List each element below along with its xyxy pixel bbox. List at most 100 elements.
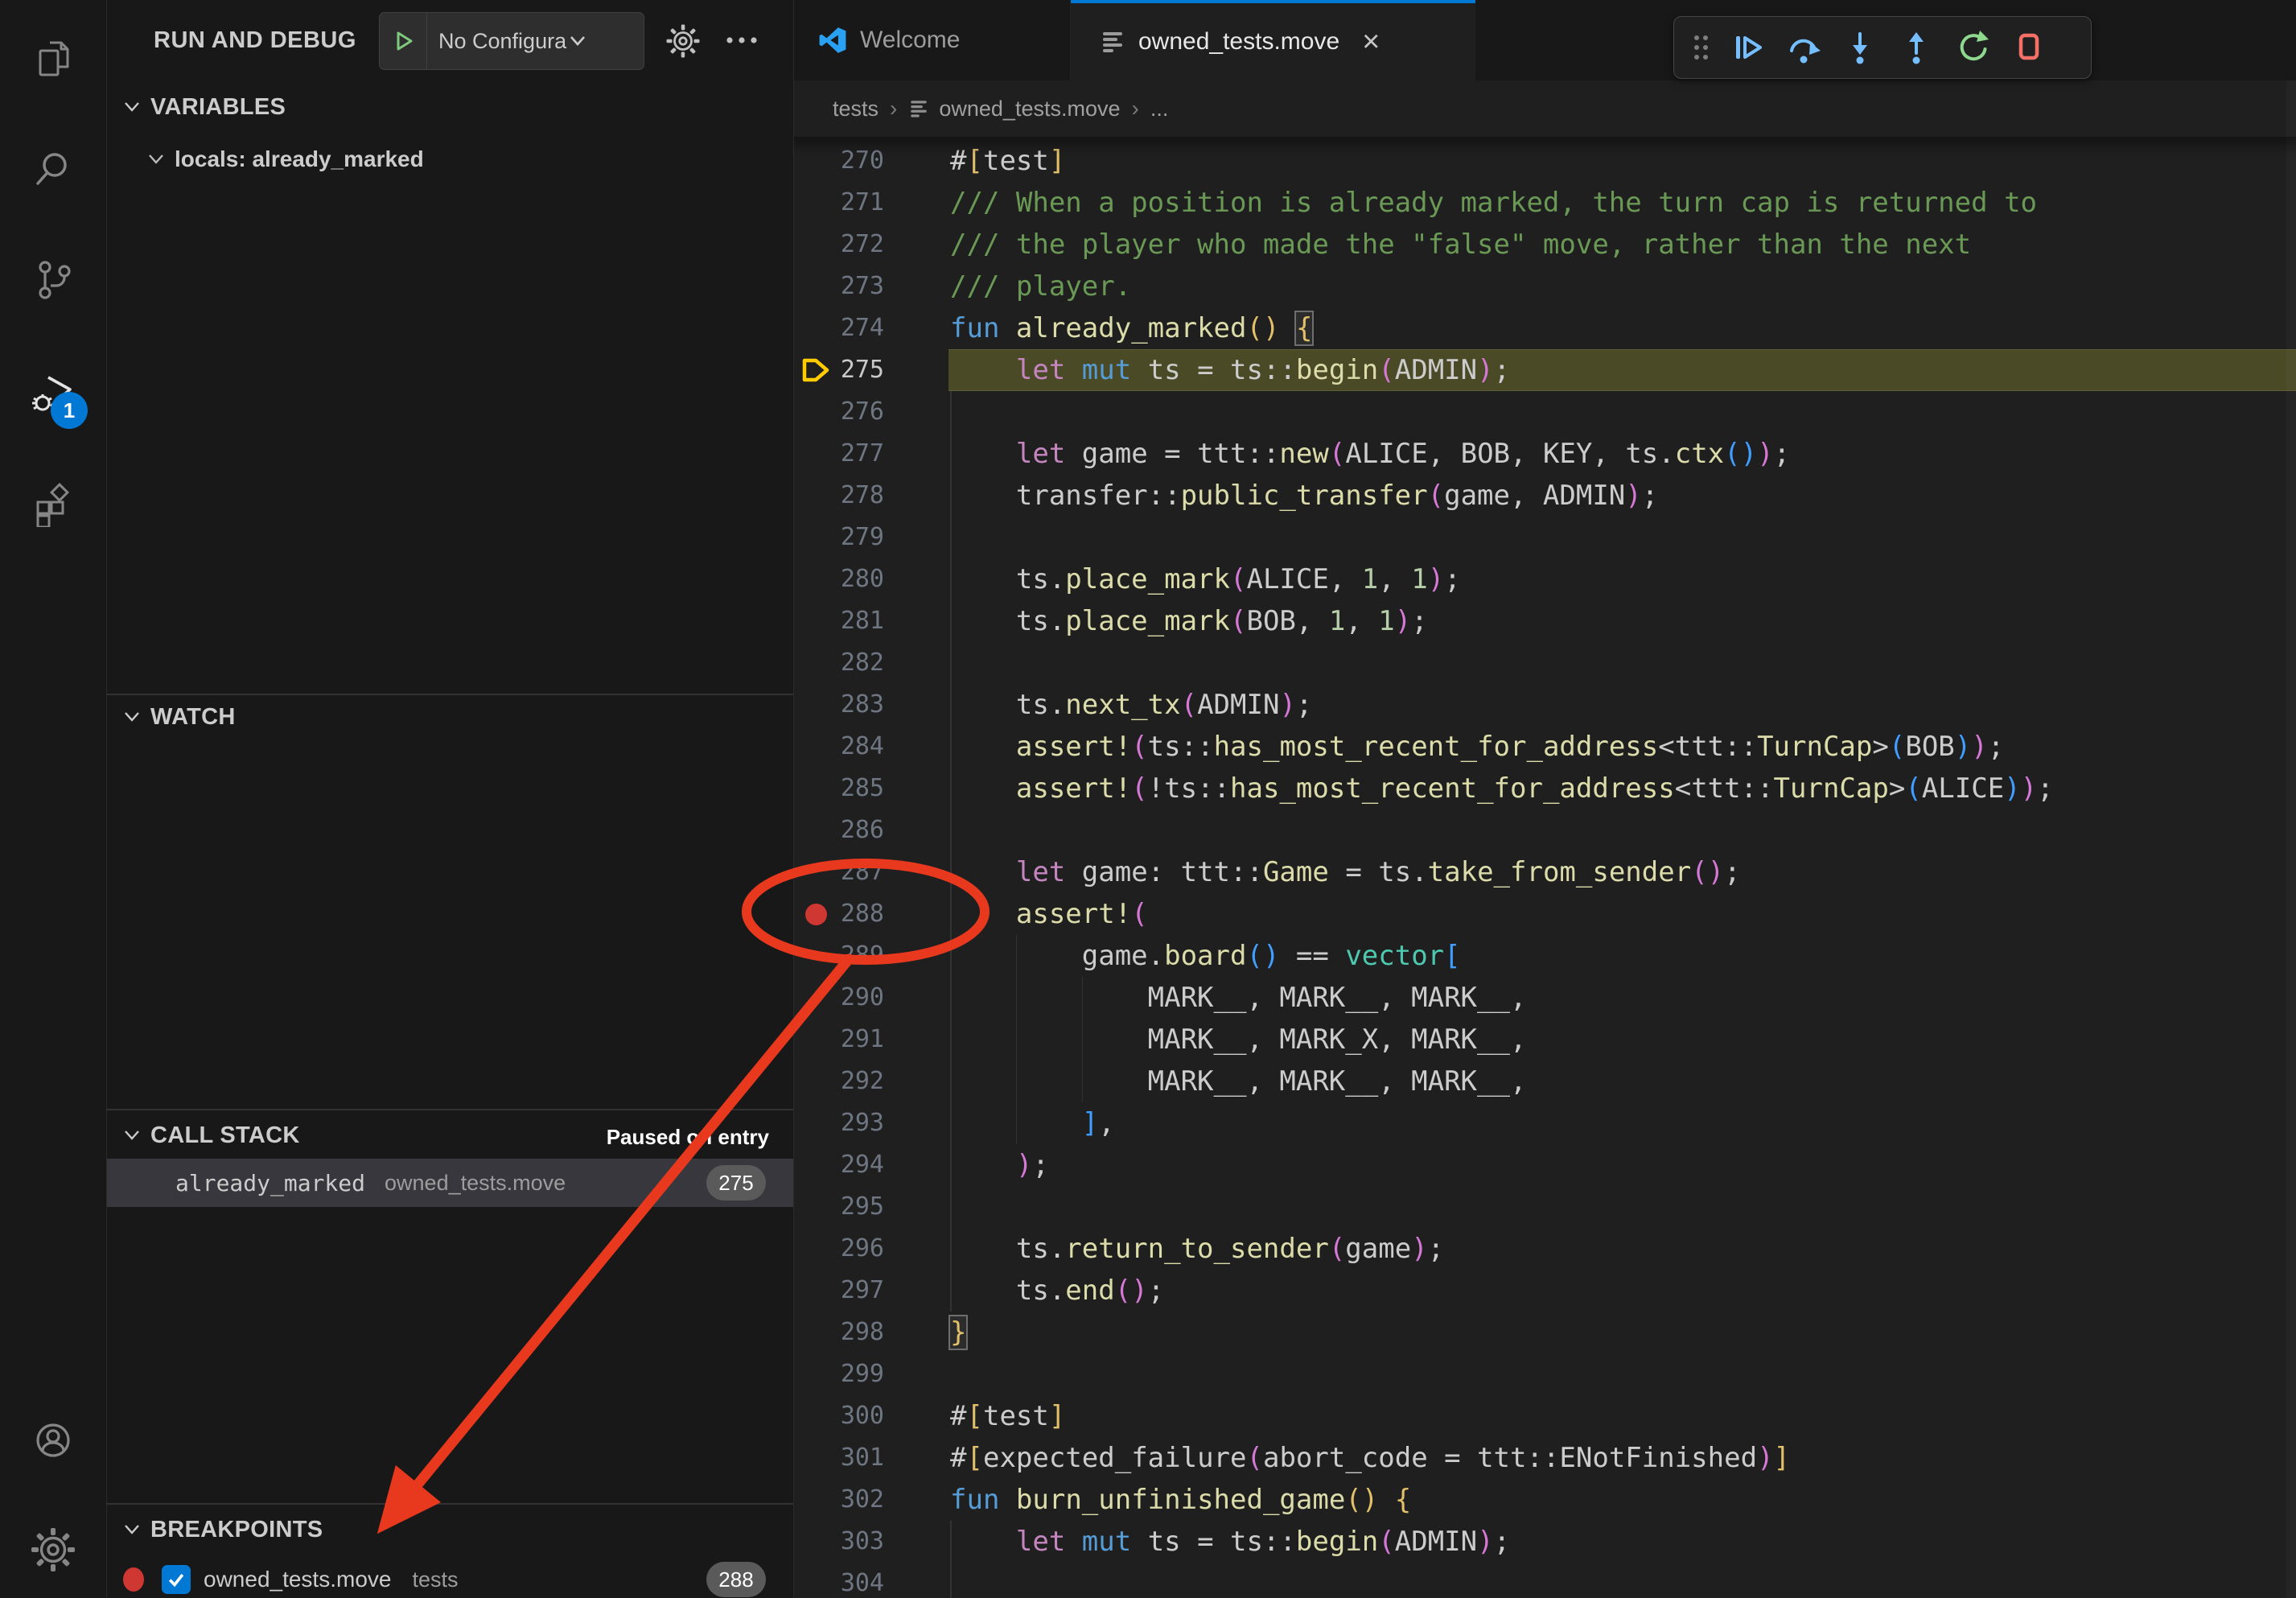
code-text[interactable]: ts.place_mark(ALICE, 1, 1); [950, 558, 1461, 600]
line-number[interactable]: 284 [794, 726, 884, 768]
line-number[interactable]: 271 [794, 182, 884, 224]
line-number[interactable]: 289 [794, 935, 884, 977]
close-icon[interactable]: × [1362, 27, 1380, 57]
line-number[interactable]: 296 [794, 1228, 884, 1270]
code-text[interactable]: #[test] [950, 140, 1065, 182]
breakpoint-checkbox[interactable] [162, 1565, 191, 1594]
code-text[interactable]: /// the player who made the "false" move… [950, 224, 1971, 266]
code-text[interactable]: let game: ttt::Game = ts.take_from_sende… [950, 851, 1741, 893]
scope-label: locals: already_marked [175, 146, 424, 172]
chevron-down-icon [123, 711, 141, 723]
line-number[interactable]: 292 [794, 1061, 884, 1102]
sidebar-item-extensions[interactable] [31, 482, 76, 527]
line-number[interactable]: 286 [794, 809, 884, 851]
code-text[interactable]: } [950, 1312, 966, 1353]
line-number[interactable]: 298 [794, 1312, 884, 1353]
breadcrumb: tests › owned_tests.move › ... [794, 80, 2296, 137]
account-button[interactable] [31, 1418, 76, 1463]
line-number[interactable]: 288 [794, 893, 884, 935]
breadcrumb-item-root[interactable]: tests [833, 97, 878, 121]
line-number[interactable]: 274 [794, 307, 884, 349]
line-number[interactable]: 273 [794, 266, 884, 307]
line-number[interactable]: 277 [794, 433, 884, 475]
line-number[interactable]: 294 [794, 1144, 884, 1186]
code-text[interactable]: /// player. [950, 266, 1131, 307]
section-title: CALL STACK [150, 1122, 300, 1149]
code-text[interactable]: let game = ttt::new(ALICE, BOB, KEY, ts.… [950, 433, 1790, 475]
line-number[interactable]: 302 [794, 1479, 884, 1521]
toolbar-drag-handle[interactable] [1682, 19, 1719, 76]
breakpoint-list-item[interactable]: owned_tests.move tests 288 [107, 1558, 793, 1598]
code-line: 289 game.board() == vector[ [794, 935, 2296, 977]
code-text[interactable]: assert!( [950, 893, 1148, 935]
code-text[interactable]: ts.place_mark(BOB, 1, 1); [950, 600, 1428, 642]
debug-settings-button[interactable] [666, 24, 700, 62]
step-into-button[interactable] [1832, 19, 1888, 76]
code-text[interactable]: transfer::public_transfer(game, ADMIN); [950, 475, 1658, 517]
editor-scrollbar[interactable] [2286, 80, 2296, 1598]
breadcrumb-item-symbol[interactable]: ... [1150, 97, 1169, 121]
code-text[interactable]: assert!(ts::has_most_recent_for_address<… [950, 726, 2004, 768]
views-more-actions-button[interactable] [723, 31, 760, 54]
code-text[interactable]: let mut ts = ts::begin(ADMIN); [950, 349, 1510, 391]
line-number[interactable]: 278 [794, 475, 884, 517]
line-number[interactable]: 300 [794, 1395, 884, 1437]
code-text[interactable]: #[expected_failure(abort_code = ttt::ENo… [950, 1437, 1790, 1479]
step-into-icon [1842, 30, 1878, 65]
line-number[interactable]: 282 [794, 642, 884, 684]
step-over-button[interactable] [1775, 19, 1832, 76]
line-number[interactable]: 280 [794, 558, 884, 600]
sidebar-item-search[interactable] [31, 146, 76, 192]
debug-configuration-dropdown[interactable]: No Configura [379, 12, 644, 70]
code-text[interactable]: ts.end(); [950, 1270, 1164, 1312]
line-number[interactable]: 295 [794, 1186, 884, 1228]
line-number[interactable]: 275 [794, 349, 884, 391]
code-text[interactable]: MARK__, MARK_X, MARK__, [950, 1019, 1526, 1061]
tab-welcome[interactable]: Welcome [794, 0, 1071, 80]
line-number[interactable]: 301 [794, 1437, 884, 1479]
line-number[interactable]: 304 [794, 1563, 884, 1598]
step-out-button[interactable] [1888, 19, 1944, 76]
line-number[interactable]: 281 [794, 600, 884, 642]
sidebar-item-source-control[interactable] [31, 257, 76, 302]
code-text[interactable]: game.board() == vector[ [950, 935, 1461, 977]
code-text[interactable]: let mut ts = ts::begin(ADMIN); [950, 1521, 1510, 1563]
settings-button[interactable] [31, 1527, 76, 1572]
line-number[interactable]: 299 [794, 1353, 884, 1395]
continue-button[interactable] [1719, 19, 1775, 76]
section-watch[interactable]: WATCH [107, 698, 793, 735]
line-number[interactable]: 293 [794, 1102, 884, 1144]
stop-button[interactable] [2001, 19, 2057, 76]
variables-scope-row[interactable]: locals: already_marked [107, 138, 793, 180]
code-text[interactable]: #[test] [950, 1395, 1065, 1437]
line-number[interactable]: 285 [794, 768, 884, 809]
line-number[interactable]: 279 [794, 517, 884, 558]
code-text[interactable]: ts.return_to_sender(game); [950, 1228, 1444, 1270]
code-text[interactable]: assert!(!ts::has_most_recent_for_address… [950, 768, 2054, 809]
section-variables[interactable]: VARIABLES [107, 89, 793, 126]
sidebar-item-explorer[interactable] [31, 36, 76, 81]
line-number[interactable]: 270 [794, 140, 884, 182]
code-text[interactable]: MARK__, MARK__, MARK__, [950, 977, 1526, 1019]
line-number[interactable]: 283 [794, 684, 884, 726]
line-number[interactable]: 272 [794, 224, 884, 266]
line-number[interactable]: 291 [794, 1019, 884, 1061]
line-number[interactable]: 303 [794, 1521, 884, 1563]
line-number[interactable]: 290 [794, 977, 884, 1019]
line-number[interactable]: 276 [794, 391, 884, 433]
code-text[interactable]: /// When a position is already marked, t… [950, 182, 2037, 224]
code-text[interactable]: ); [950, 1144, 1049, 1186]
tab-owned-tests-move[interactable]: owned_tests.move × [1071, 0, 1475, 80]
code-text[interactable]: ts.next_tx(ADMIN); [950, 684, 1312, 726]
line-number[interactable]: 297 [794, 1270, 884, 1312]
start-debugging-button[interactable] [380, 13, 427, 69]
code-text[interactable]: fun burn_unfinished_game() { [950, 1479, 1411, 1521]
line-number[interactable]: 287 [794, 851, 884, 893]
call-stack-frame-row[interactable]: already_marked owned_tests.move 275 [107, 1159, 793, 1207]
section-breakpoints[interactable]: BREAKPOINTS [107, 1511, 793, 1548]
code-text[interactable]: fun already_marked() { [950, 307, 1312, 349]
code-text[interactable]: ], [950, 1102, 1115, 1144]
code-text[interactable]: MARK__, MARK__, MARK__, [950, 1061, 1526, 1102]
breadcrumb-item-file[interactable]: owned_tests.move [939, 97, 1120, 121]
restart-button[interactable] [1944, 19, 2001, 76]
